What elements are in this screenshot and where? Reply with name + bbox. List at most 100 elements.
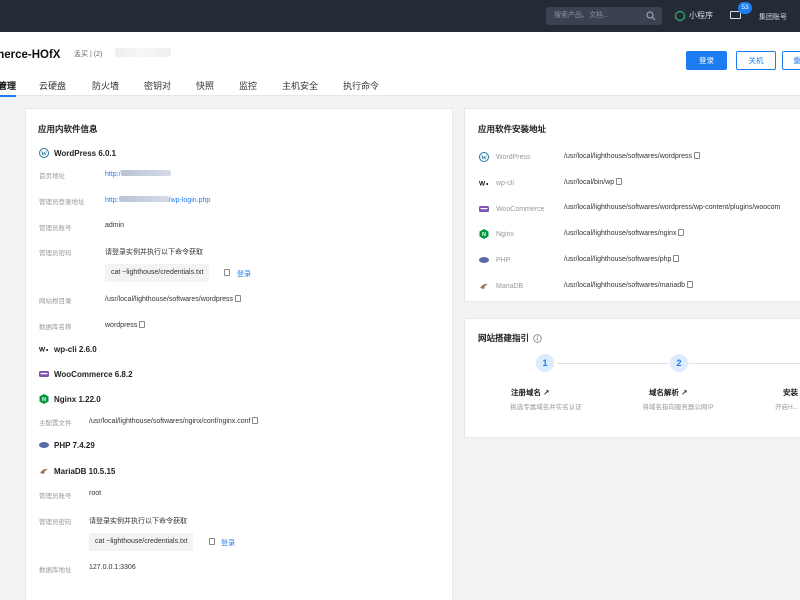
mariadb-credentials-command: cat ~lighthouse/credentials.txt <box>89 533 194 551</box>
install-item-mariadb: MariaDB <box>479 281 523 291</box>
mariadb-pwd-label: 管理员密码 <box>39 519 72 526</box>
site-guide-title-wrap: 网站搭建指引 <box>478 332 542 344</box>
woocommerce-logo-icon <box>479 206 489 212</box>
svg-text:W: W <box>481 155 487 161</box>
step-2-number: 2 <box>670 354 688 372</box>
mariadb-section: MariaDB 10.5.15 <box>39 466 115 476</box>
install-path-wpcli: /usr/local/bin/wp <box>564 178 623 186</box>
copy-icon[interactable] <box>139 321 146 328</box>
tab-keypair[interactable]: 密钥对 <box>144 79 171 92</box>
search-input[interactable]: 搜索产品、文档... <box>546 7 662 25</box>
step-1-link[interactable]: 注册域名 ↗ <box>511 387 549 398</box>
woocommerce-version: WooCommerce 6.8.2 <box>54 369 133 379</box>
software-info-title: 应用内软件信息 <box>38 124 98 134</box>
copy-icon[interactable] <box>694 152 701 159</box>
admin-pwd-hint: 请登录实例并执行以下命令获取 <box>105 249 203 256</box>
page-title: merce-HOfX <box>0 49 61 61</box>
svg-text:N: N <box>482 232 486 238</box>
wp-credentials-command: cat ~lighthouse/credentials.txt <box>105 264 210 282</box>
admin-url-link[interactable]: http:/wp-login.php <box>105 196 210 204</box>
mariadb-pwd-hint: 请登录实例并执行以下命令获取 <box>89 518 187 525</box>
copy-icon[interactable] <box>616 178 623 185</box>
tab-cloud-disk[interactable]: 云硬盘 <box>39 79 66 92</box>
redacted-url <box>118 196 169 202</box>
miniprogram-label: 小程序 <box>689 11 713 20</box>
nginx-logo-icon: N <box>479 229 489 239</box>
wordpress-logo-icon: W <box>479 152 489 162</box>
wordpress-version: WordPress 6.0.1 <box>54 148 117 158</box>
wp-login-link[interactable]: 登录 <box>237 269 251 279</box>
mariadb-version: MariaDB 10.5.15 <box>54 466 116 476</box>
search-placeholder: 搜索产品、文档... <box>554 12 609 19</box>
instance-header: merce-HOfX 孟买 | (2) 登录 关机 重 管理 云硬盘 防火墙 密… <box>0 32 800 97</box>
copy-icon[interactable] <box>209 538 215 545</box>
woocommerce-logo-icon <box>39 371 49 377</box>
install-path-mariadb: /usr/local/lighthouse/softwares/mariadb <box>564 281 694 289</box>
step-3-link[interactable]: 安装 <box>783 387 798 398</box>
home-url-link[interactable]: http:/ <box>105 170 171 178</box>
copy-icon[interactable] <box>224 269 230 276</box>
tab-firewall[interactable]: 防火墙 <box>92 79 119 92</box>
svg-text:W: W <box>479 181 486 188</box>
redacted-url <box>120 170 171 176</box>
miniprogram-icon <box>675 10 685 21</box>
mariadb-addr-value: 127.0.0.1:3306 <box>89 564 136 571</box>
step-connector <box>557 363 669 364</box>
tab-manage[interactable]: 管理 <box>0 79 17 97</box>
shutdown-button[interactable]: 关机 <box>736 51 776 70</box>
tab-monitor[interactable]: 监控 <box>239 79 257 92</box>
mariadb-user-label: 管理员账号 <box>39 493 72 500</box>
login-button[interactable]: 登录 <box>686 51 727 70</box>
redacted-info <box>115 48 171 57</box>
restart-button[interactable]: 重 <box>782 51 800 70</box>
site-guide-card: 网站搭建指引 1 2 3 注册域名 ↗ 域名解析 ↗ 安装 挑选专属域名并实名认… <box>464 318 800 438</box>
step-1-number: 1 <box>536 354 554 372</box>
copy-icon[interactable] <box>673 255 680 262</box>
woocommerce-section: WooCommerce 6.8.2 <box>39 369 133 379</box>
install-path-php: /usr/local/lighthouse/softwares/php <box>564 255 680 263</box>
install-path-woocommerce: /usr/local/lighthouse/softwares/wordpres… <box>564 204 781 211</box>
tab-host-security[interactable]: 主机安全 <box>282 79 318 92</box>
svg-text:W: W <box>39 347 46 354</box>
tab-snapshot[interactable]: 快照 <box>196 79 214 92</box>
admin-user-label: 管理员账号 <box>39 225 72 232</box>
install-path-wordpress: /usr/local/lighthouse/softwares/wordpres… <box>564 152 701 160</box>
admin-pwd-label: 管理员密码 <box>39 250 72 257</box>
step-3-desc: 开启H... 册 <box>775 404 800 411</box>
db-name-label: 数据库名称 <box>39 324 72 331</box>
copy-icon[interactable] <box>678 229 685 236</box>
wordpress-logo-icon: W <box>39 148 49 158</box>
php-version: PHP 7.4.29 <box>54 440 95 450</box>
external-link-icon: ↗ <box>543 388 550 397</box>
php-logo-icon <box>39 442 49 448</box>
mariadb-logo-icon <box>480 283 488 289</box>
wpcli-section: W wp-cli 2.6.0 <box>39 344 97 354</box>
account-menu[interactable]: 集团账号 <box>759 12 787 22</box>
nginx-logo-icon: N <box>39 394 49 404</box>
tab-bar: 管理 云硬盘 防火墙 密钥对 快照 监控 主机安全 执行命令 <box>0 74 800 97</box>
search-icon[interactable] <box>646 11 656 21</box>
miniprogram-link[interactable]: 小程序 <box>675 10 713 21</box>
wpcli-logo-icon: W <box>39 347 49 354</box>
svg-text:W: W <box>41 151 47 157</box>
php-section: PHP 7.4.29 <box>39 440 95 450</box>
install-item-woocommerce: WooCommerce <box>479 204 545 214</box>
copy-icon[interactable] <box>252 417 259 424</box>
nginx-version: Nginx 1.22.0 <box>54 394 101 404</box>
mariadb-login-link[interactable]: 登录 <box>221 538 235 548</box>
software-info-card: 应用内软件信息 W WordPress 6.0.1 首页地址 http:/ 管理… <box>25 108 453 600</box>
info-icon[interactable] <box>533 333 542 343</box>
step-2-link[interactable]: 域名解析 ↗ <box>649 387 687 398</box>
mariadb-user-value: root <box>89 490 102 497</box>
step-1-desc: 挑选专属域名并实名认证 <box>510 404 582 411</box>
copy-icon[interactable] <box>687 281 694 288</box>
copy-icon[interactable] <box>235 295 242 302</box>
mail-badge: 53 <box>738 2 752 14</box>
wordpress-section: W WordPress 6.0.1 <box>39 148 116 158</box>
external-link-icon: ↗ <box>681 388 688 397</box>
tab-run-command[interactable]: 执行命令 <box>343 79 379 92</box>
step-connector <box>689 363 800 364</box>
db-name-value: wordpress <box>105 321 146 329</box>
mariadb-logo-icon <box>40 468 48 474</box>
install-item-php: PHP <box>479 255 510 265</box>
